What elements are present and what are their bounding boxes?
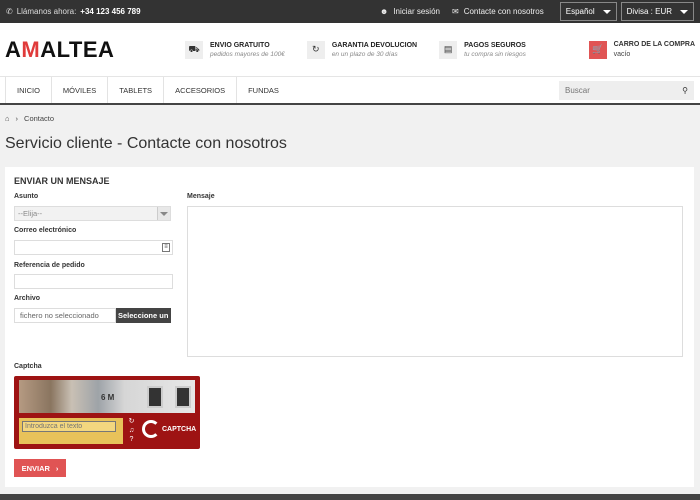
logo-part: ALTEA — [40, 36, 115, 62]
currency-select[interactable]: Divisa : EUR — [620, 2, 694, 21]
chevron-down-icon — [680, 9, 688, 14]
help-icon[interactable]: ? — [126, 436, 137, 444]
cart-title: CARRO DE LA COMPRA — [613, 41, 695, 48]
message-label: Mensaje — [187, 193, 215, 200]
feature-title: GARANTIA DEVOLUCION — [331, 41, 418, 49]
logo[interactable]: AMALTEA — [5, 37, 185, 63]
breadcrumb-separator-icon: › — [15, 113, 19, 123]
file-input[interactable]: fichero no seleccionado Seleccione un — [14, 308, 171, 323]
feature-title: PAGOS SEGUROS — [464, 41, 526, 49]
email-label: Correo electrónico — [14, 227, 77, 234]
phone-info: ✆ Llámanos ahora: +34 123 456 789 — [6, 7, 141, 16]
chevron-right-icon: › — [55, 463, 59, 473]
captcha-controls: ↻ ♫ ? — [126, 418, 137, 444]
send-button[interactable]: ENVIAR › — [14, 459, 66, 477]
nav-item-inicio[interactable]: INICIO — [5, 77, 51, 103]
search-box: ⚲ — [559, 80, 694, 100]
send-label: ENVIAR — [21, 463, 50, 473]
feature-secure-payment: ▤ PAGOS SEGUROS tu compra sin riesgos — [439, 40, 526, 59]
logo-part: A — [5, 36, 22, 62]
audio-icon[interactable]: ♫ — [126, 427, 137, 435]
chevron-down-icon — [157, 207, 170, 220]
nav-item-accesorios[interactable]: ACCESORIOS — [163, 77, 236, 103]
file-label: Archivo — [14, 295, 41, 302]
captcha-widget: 6 M ↻ ♫ ? CAPTCHA — [14, 376, 200, 449]
chevron-down-icon — [602, 9, 611, 14]
phone-label: Llámanos ahora: — [16, 7, 77, 16]
order-reference-field[interactable] — [14, 274, 173, 289]
contact-form: ENVIAR UN MENSAJE Asunto --Elija-- Corre… — [5, 167, 694, 487]
captcha-input[interactable] — [22, 421, 116, 432]
form-heading: ENVIAR UN MENSAJE — [14, 176, 110, 186]
phone-number: +34 123 456 789 — [80, 7, 141, 16]
reload-icon[interactable]: ↻ — [126, 418, 137, 426]
nav-item-moviles[interactable]: MÓVILES — [50, 77, 107, 103]
main-nav: INICIO MÓVILES TABLETS ACCESORIOS FUNDAS… — [0, 76, 700, 105]
captcha-logo: CAPTCHA — [142, 420, 196, 438]
phone-icon: ✆ — [6, 7, 13, 16]
subject-select[interactable]: --Elija-- — [14, 206, 171, 221]
breadcrumb: ⌂ › Contacto — [0, 105, 700, 131]
captcha-image-detail — [147, 386, 163, 408]
site-header: AMALTEA ⛟ ENVIO GRATUITO pedidos mayores… — [0, 23, 700, 76]
contact-link[interactable]: ✉ Contacte con nosotros — [452, 7, 544, 16]
breadcrumb-current: Contacto — [24, 113, 55, 123]
recaptcha-icon — [142, 420, 160, 438]
email-field[interactable]: ≡ — [14, 240, 173, 255]
user-icon: ☻ — [379, 7, 389, 16]
cart-link[interactable]: 🛒 CARRO DE LA COMPRA vacío — [588, 40, 695, 59]
search-icon[interactable]: ⚲ — [682, 86, 688, 95]
page-title: Servicio cliente - Contacte con nosotros — [5, 135, 287, 152]
captcha-brand: CAPTCHA — [162, 425, 197, 433]
credit-card-icon: ▤ — [439, 40, 458, 59]
file-name: fichero no seleccionado — [14, 308, 116, 323]
feature-subtitle: pedidos mayores de 100€ — [210, 50, 285, 58]
feature-returns: ↻ GARANTIA DEVOLUCION en un plazo de 30 … — [306, 40, 418, 59]
feature-title: ENVIO GRATUITO — [210, 41, 270, 49]
message-textarea[interactable] — [187, 206, 683, 357]
captcha-label: Captcha — [14, 363, 42, 370]
feature-subtitle: en un plazo de 30 días — [331, 50, 398, 58]
order-reference-label: Referencia de pedido — [14, 262, 85, 269]
subject-value: --Elija-- — [18, 209, 43, 218]
truck-icon: ⛟ — [185, 40, 203, 59]
login-label: Iniciar sesión — [393, 7, 440, 16]
refresh-icon: ↻ — [306, 40, 325, 59]
subject-label: Asunto — [14, 193, 39, 200]
language-select[interactable]: Español — [559, 2, 617, 21]
captcha-image-detail — [175, 386, 191, 408]
currency-value: Divisa : EUR — [626, 7, 672, 16]
contact-card-icon: ≡ — [162, 243, 170, 252]
login-link[interactable]: ☻ Iniciar sesión — [380, 7, 440, 16]
search-input[interactable] — [565, 85, 683, 95]
feature-free-shipping: ⛟ ENVIO GRATUITO pedidos mayores de 100€ — [185, 40, 285, 59]
language-value: Español — [565, 7, 595, 16]
top-bar: ✆ Llámanos ahora: +34 123 456 789 ☻ Inic… — [0, 0, 700, 23]
envelope-icon: ✉ — [451, 7, 459, 16]
cart-status: vacío — [613, 51, 631, 58]
captcha-input-wrap — [19, 418, 123, 444]
cart-icon: 🛒 — [588, 40, 607, 59]
footer-bar — [0, 494, 700, 500]
nav-item-tablets[interactable]: TABLETS — [107, 77, 163, 103]
contact-label: Contacte con nosotros — [463, 7, 544, 16]
feature-subtitle: tu compra sin riesgos — [464, 50, 526, 58]
home-icon[interactable]: ⌂ — [5, 114, 10, 123]
nav-item-fundas[interactable]: FUNDAS — [236, 77, 290, 103]
file-select-button[interactable]: Seleccione un — [116, 308, 171, 323]
logo-accent: M — [21, 36, 41, 62]
captcha-image: 6 M — [19, 380, 195, 413]
captcha-word: 6 M — [101, 393, 115, 402]
